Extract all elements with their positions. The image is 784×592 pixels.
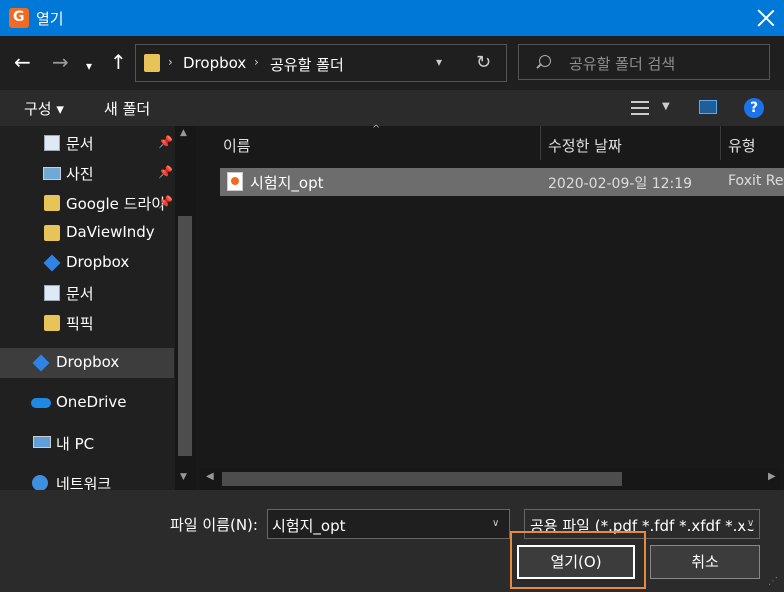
pin-icon[interactable]: 📌: [158, 195, 173, 209]
dropbox-icon: [43, 254, 61, 272]
dialog-footer: 파일 이름(N): 시험지_opt ∨ 공용 파일 (*.pdf *.fdf *…: [0, 490, 784, 592]
sidebar-item-label: 네트워크: [56, 475, 112, 490]
breadcrumb-separator[interactable]: ›: [254, 55, 259, 69]
window-title: 열기: [36, 10, 64, 28]
breadcrumb-separator[interactable]: ›: [168, 55, 173, 69]
filename-input[interactable]: 시험지_opt ∨: [267, 509, 510, 539]
sidebar-scroll-thumb[interactable]: [178, 216, 192, 456]
scroll-left-icon[interactable]: ◀: [206, 471, 214, 482]
sidebar-item-label: 문서: [66, 135, 94, 153]
document-icon: [44, 285, 60, 301]
file-list: ^ 이름 수정한 날짜 유형 시험지_opt 2020-02-09-일 12:1…: [196, 124, 784, 490]
organize-button[interactable]: 구성 ▾: [24, 98, 64, 119]
sidebar-item-label: 문서: [66, 285, 94, 303]
column-header-type[interactable]: 유형: [728, 135, 756, 156]
search-icon: [535, 55, 551, 69]
sidebar-item-label: Dropbox: [56, 353, 120, 371]
cancel-button[interactable]: 취소: [650, 545, 760, 579]
navigation-pane: 문서 📌 사진 📌 Google 드라이 📌 DaViewIndy Dropbo…: [0, 126, 196, 490]
document-icon: [44, 135, 60, 151]
sidebar-item-label: 픽픽: [66, 315, 94, 333]
file-modified-date: 2020-02-09-일 12:19: [548, 176, 693, 192]
pictures-icon: [43, 167, 61, 180]
file-row[interactable]: 시험지_opt 2020-02-09-일 12:19 Foxit Re: [220, 168, 784, 196]
sidebar-item-label: Dropbox: [66, 253, 130, 271]
network-icon: [32, 475, 48, 490]
sidebar-item-network[interactable]: 네트워크: [0, 468, 174, 490]
folder-icon: [144, 54, 160, 72]
breadcrumb-dropbox[interactable]: Dropbox: [183, 54, 246, 72]
pdf-file-icon: [227, 172, 243, 191]
address-row: ← → ▾ ↑ › Dropbox › 공유할 폴더 ▾ ↻ 공유할 폴더 검색: [0, 36, 784, 90]
preview-pane-icon[interactable]: [699, 100, 717, 114]
sidebar-item-label: 내 PC: [56, 435, 95, 453]
sidebar-item-daviewindy[interactable]: DaViewIndy: [0, 218, 174, 248]
folder-icon: [44, 195, 60, 211]
back-arrow-icon[interactable]: ←: [14, 52, 31, 72]
scroll-up-icon[interactable]: ▲: [180, 128, 187, 138]
column-divider[interactable]: [540, 126, 541, 160]
sidebar-item-dropbox[interactable]: Dropbox: [0, 348, 174, 378]
recent-locations-chevron-icon[interactable]: ▾: [86, 56, 92, 76]
sidebar-item-documents-2[interactable]: 문서: [0, 278, 174, 308]
folder-icon: [44, 225, 60, 241]
sidebar-item-dropbox-quick[interactable]: Dropbox: [0, 248, 174, 278]
chevron-down-icon[interactable]: ▾: [436, 55, 442, 69]
view-options-chevron-icon[interactable]: ▼: [662, 101, 670, 112]
folder-icon: [44, 315, 60, 331]
search-placeholder: 공유할 폴더 검색: [569, 55, 676, 73]
help-icon[interactable]: ?: [744, 98, 764, 118]
open-button[interactable]: 열기(O): [517, 545, 635, 579]
scroll-down-icon[interactable]: ▼: [180, 472, 187, 482]
onedrive-icon: [31, 398, 51, 408]
file-type: Foxit Re: [728, 173, 784, 189]
column-divider[interactable]: [720, 126, 721, 160]
sidebar-item-label: Google 드라이: [66, 195, 166, 213]
view-details-icon[interactable]: [631, 101, 649, 115]
app-icon-glyph: G: [13, 9, 25, 25]
address-bar[interactable]: › Dropbox › 공유할 폴더 ▾ ↻: [135, 44, 507, 82]
forward-arrow-icon[interactable]: →: [52, 52, 69, 72]
filename-label: 파일 이름(N):: [170, 516, 258, 534]
sidebar-item-pictures[interactable]: 사진 📌: [0, 158, 174, 188]
horizontal-scroll-thumb[interactable]: [222, 472, 622, 486]
sidebar-item-label: 사진: [66, 165, 94, 183]
pin-icon[interactable]: 📌: [158, 135, 173, 149]
refresh-icon[interactable]: ↻: [476, 52, 491, 73]
sort-ascending-icon: ^: [372, 124, 381, 135]
sidebar-item-this-pc[interactable]: 내 PC: [0, 428, 174, 458]
pc-icon: [33, 436, 51, 448]
sidebar-item-picpick[interactable]: 픽픽: [0, 308, 174, 338]
chevron-down-icon[interactable]: ∨: [744, 518, 755, 529]
search-input[interactable]: 공유할 폴더 검색: [518, 44, 770, 80]
scroll-right-icon[interactable]: ▶: [768, 471, 776, 482]
title-bar: G 열기: [0, 0, 784, 36]
dropbox-icon: [32, 354, 50, 372]
sidebar-item-label: OneDrive: [56, 393, 127, 411]
chevron-down-icon[interactable]: ∨: [492, 518, 499, 529]
breadcrumb-shared-folder[interactable]: 공유할 폴더: [270, 54, 344, 75]
new-folder-button[interactable]: 새 폴더: [104, 98, 150, 119]
command-bar: 구성 ▾ 새 폴더 ▼ ?: [0, 90, 784, 126]
sidebar-item-google-drive[interactable]: Google 드라이 📌: [0, 188, 174, 218]
column-header-name[interactable]: 이름: [223, 135, 251, 156]
sidebar-item-documents[interactable]: 문서 📌: [0, 128, 174, 158]
foxit-app-icon: G: [9, 8, 29, 28]
column-header-modified[interactable]: 수정한 날짜: [548, 135, 622, 156]
file-name: 시험지_opt: [250, 174, 324, 192]
up-arrow-icon[interactable]: ↑: [110, 52, 127, 72]
sidebar-item-onedrive[interactable]: OneDrive: [0, 388, 174, 418]
pin-icon[interactable]: 📌: [158, 165, 173, 179]
close-icon[interactable]: [754, 6, 778, 30]
filename-value[interactable]: 시험지_opt: [272, 515, 345, 536]
sidebar-item-label: DaViewIndy: [66, 223, 155, 241]
resize-grip-icon[interactable]: ⋰: [768, 576, 778, 587]
